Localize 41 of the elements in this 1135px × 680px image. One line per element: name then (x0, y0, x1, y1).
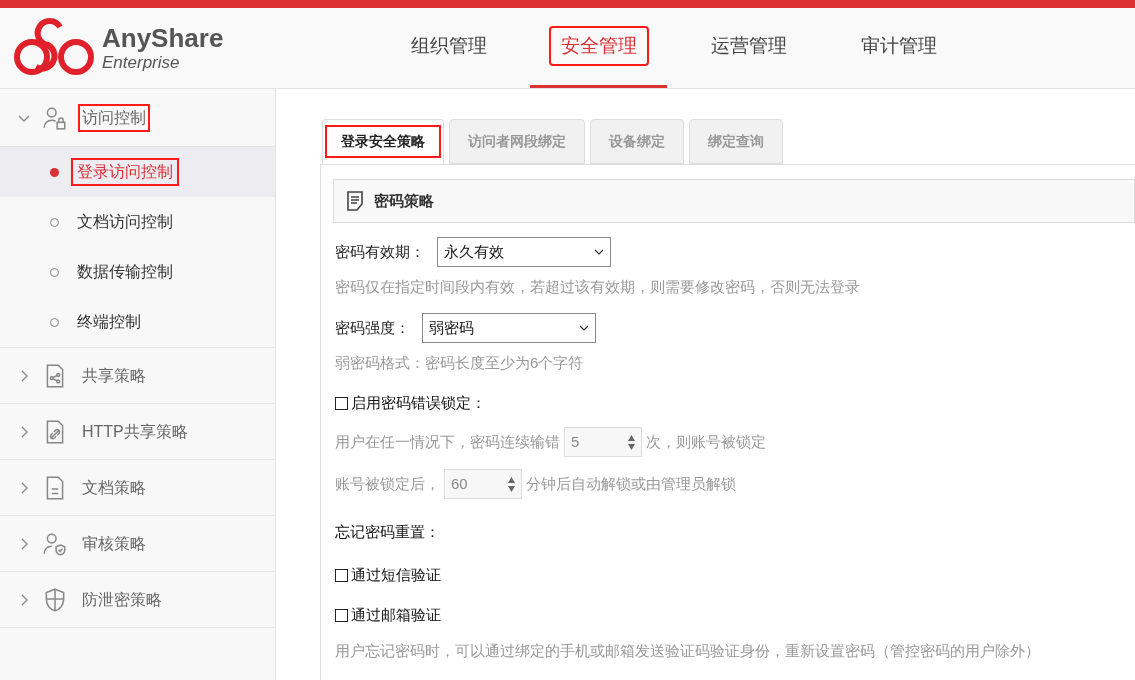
checkbox[interactable] (335, 568, 348, 582)
sidebar-item[interactable]: 文档访问控制 (0, 197, 275, 247)
checkbox-label: 启用密码错误锁定： (351, 392, 486, 413)
sidebar-group[interactable]: HTTP共享策略 (0, 404, 275, 459)
setting-text: 账号被锁定后， (335, 473, 440, 494)
section-header: 密码策略 (333, 179, 1135, 223)
dropdown[interactable]: 弱密码 (422, 313, 596, 343)
hint-text: 弱密码格式：密码长度至少为6个字符 (335, 352, 585, 373)
tab[interactable]: 登录安全策略 (322, 119, 444, 164)
hint-text: 密码仅在指定时间段内有效，若超过该有效期，则需要修改密码，否则无法登录 (335, 276, 861, 297)
nav-tab[interactable]: 组织管理 (380, 7, 517, 88)
sidebar-group[interactable]: 防泄密策略 (0, 572, 275, 627)
caret-icon (594, 249, 604, 255)
sidebar-group[interactable]: 审核策略 (0, 516, 275, 571)
caret-icon (579, 325, 589, 331)
spinner-arrows-icon (628, 434, 635, 450)
field-label: 密码强度： (335, 317, 410, 338)
nav-tab[interactable]: 审计管理 (830, 7, 967, 88)
sidebar-group[interactable]: 访问控制 (0, 89, 275, 147)
sidebar-group[interactable]: 共享策略 (0, 348, 275, 403)
brand-subtitle: Enterprise (102, 53, 181, 71)
spinner-arrows-icon (508, 476, 515, 492)
sidebar-item[interactable]: 终端控制 (0, 297, 275, 347)
checkbox-label: 通过邮箱验证 (351, 604, 441, 625)
document-icon (346, 191, 364, 211)
field-label: 密码有效期： (335, 241, 425, 262)
brand-name: AnyShare (102, 24, 224, 51)
dropdown[interactable]: 永久有效 (437, 237, 611, 267)
setting-text: 用户在任一情况下，密码连续输错 (335, 431, 560, 452)
setting-text: 次，则账号被锁定 (646, 431, 766, 452)
sidebar-group[interactable]: 文档策略 (0, 460, 275, 515)
hint-text: 用户忘记密码时，可以通过绑定的手机或邮箱发送验证码验证身份，重新设置密码（管控密码的用户除外） (335, 640, 1041, 661)
sidebar-item[interactable]: 数据传输控制 (0, 247, 275, 297)
nav-tab[interactable]: 安全管理 (530, 7, 667, 88)
sidebar-item[interactable]: 登录访问控制 (0, 147, 275, 197)
checkbox[interactable] (335, 608, 348, 622)
nav-tab[interactable]: 运营管理 (680, 7, 817, 88)
subsection-title: 忘记密码重置： (335, 521, 441, 542)
checkbox-label: 通过短信验证 (351, 564, 441, 585)
checkbox[interactable] (335, 396, 348, 410)
setting-text: 分钟后自动解锁或由管理员解锁 (526, 473, 736, 494)
